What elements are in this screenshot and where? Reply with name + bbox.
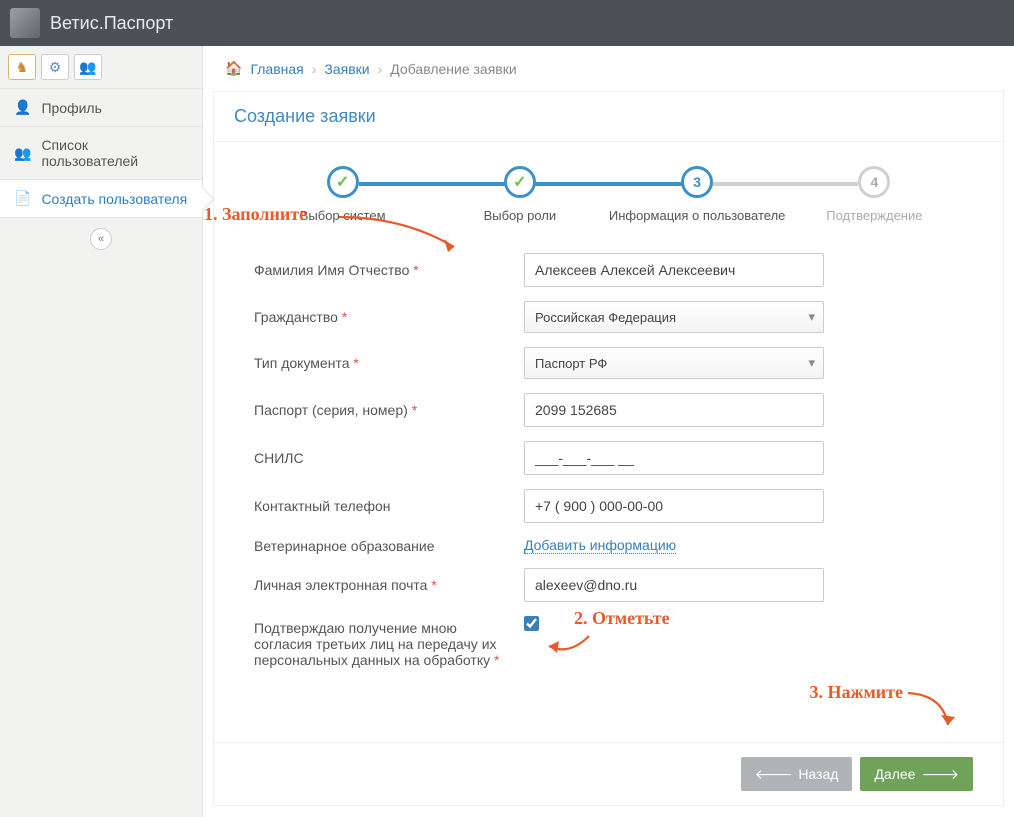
add-education-link[interactable]: Добавить информацию <box>524 537 676 554</box>
sidebar-item-users-list[interactable]: 👥 Список пользователей <box>0 127 202 180</box>
snils-label: СНИЛС <box>254 450 524 466</box>
breadcrumb-home[interactable]: Главная <box>250 61 303 77</box>
toolbar-icon-3[interactable]: 👥 <box>74 54 102 80</box>
fio-input[interactable] <box>524 253 824 287</box>
user-icon: 👤 <box>14 99 31 116</box>
app-title: Ветис.Паспорт <box>50 13 173 34</box>
doctype-select[interactable]: Паспорт РФ <box>524 347 824 379</box>
step-3[interactable]: 3 Информация о пользователе <box>609 166 786 223</box>
annotation-1: 1. Заполните <box>204 204 307 225</box>
toolbar-icon-2[interactable]: ⚙ <box>41 54 69 80</box>
education-label: Ветеринарное образование <box>254 538 524 554</box>
doctype-label: Тип документа * <box>254 355 524 371</box>
chevron-right-icon: › <box>312 61 317 77</box>
users-icon: 👥 <box>14 145 31 162</box>
fio-label: Фамилия Имя Отчество * <box>254 262 524 278</box>
citizenship-select[interactable]: Российская Федерация <box>524 301 824 333</box>
sidebar-item-create-user[interactable]: 📄 Создать пользователя <box>0 180 202 218</box>
email-label: Личная электронная почта * <box>254 577 524 593</box>
breadcrumb-current: Добавление заявки <box>390 61 516 77</box>
file-icon: 📄 <box>14 190 31 207</box>
back-button[interactable]: 🡐 Назад <box>741 757 853 791</box>
panel-title: Создание заявки <box>214 92 1003 142</box>
sidebar-item-profile[interactable]: 👤 Профиль <box>0 89 202 127</box>
chevron-right-icon: › <box>378 61 383 77</box>
email-input[interactable] <box>524 568 824 602</box>
next-button[interactable]: Далее 🡒 <box>860 757 973 791</box>
annotation-2: 2. Отметьте <box>574 608 670 629</box>
breadcrumb-requests[interactable]: Заявки <box>324 61 369 77</box>
passport-input[interactable] <box>524 393 824 427</box>
phone-input[interactable] <box>524 489 824 523</box>
arrow-right-icon: 🡒 <box>921 766 959 783</box>
main: 🏠 Главная › Заявки › Добавление заявки С… <box>203 46 1014 817</box>
sidebar: ♞ ⚙ 👥 👤 Профиль 👥 Список пользователей 📄… <box>0 46 203 817</box>
arrow-left-icon: 🡐 <box>755 766 793 783</box>
breadcrumb: 🏠 Главная › Заявки › Добавление заявки <box>203 46 1014 91</box>
toolbar-icon-1[interactable]: ♞ <box>8 54 36 80</box>
consent-label: Подтверждаю получение мною согласия трет… <box>254 616 524 668</box>
phone-label: Контактный телефон <box>254 498 524 514</box>
sidebar-item-label: Профиль <box>41 100 101 116</box>
sidebar-item-label: Список пользователей <box>41 137 188 169</box>
step-4[interactable]: 4 Подтверждение <box>786 166 963 223</box>
consent-checkbox[interactable] <box>524 616 539 631</box>
home-icon: 🏠 <box>225 60 242 77</box>
logo-icon <box>10 8 40 38</box>
topbar: Ветис.Паспорт <box>0 0 1014 46</box>
passport-label: Паспорт (серия, номер) * <box>254 402 524 418</box>
citizenship-label: Гражданство * <box>254 309 524 325</box>
collapse-sidebar-button[interactable]: « <box>90 228 112 250</box>
sidebar-item-label: Создать пользователя <box>41 191 187 207</box>
snils-input[interactable] <box>524 441 824 475</box>
annotation-3: 3. Нажмите <box>809 682 903 703</box>
